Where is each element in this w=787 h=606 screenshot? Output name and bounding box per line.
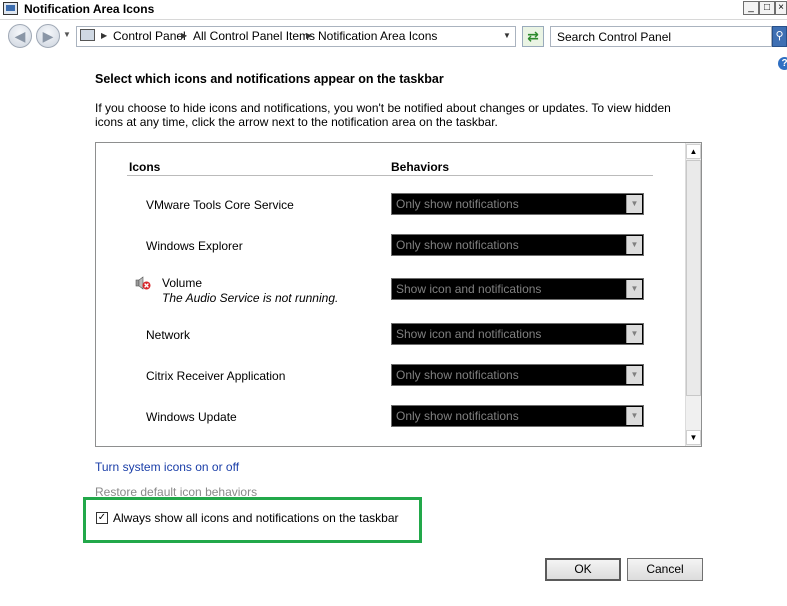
row-name-volume: Volume	[162, 276, 203, 290]
header-divider	[127, 175, 653, 176]
chevron-down-icon: ▼	[626, 325, 642, 343]
behavior-value: Show icon and notifications	[396, 327, 542, 341]
address-dropdown-icon[interactable]: ▼	[503, 31, 511, 40]
column-header-icons: Icons	[129, 160, 161, 174]
row-subtext-volume: The Audio Service is not running.	[162, 291, 339, 305]
row-name-vmware-tools: VMware Tools Core Service	[146, 198, 294, 212]
behavior-value: Only show notifications	[396, 238, 519, 252]
ok-button[interactable]: OK	[545, 558, 621, 581]
behavior-select-windows-explorer[interactable]: Only show notifications ▼	[391, 234, 644, 256]
chevron-down-icon: ▼	[626, 407, 642, 425]
behavior-select-windows-update[interactable]: Only show notifications ▼	[391, 405, 644, 427]
behavior-select-citrix-receiver[interactable]: Only show notifications ▼	[391, 364, 644, 386]
behavior-value: Show icon and notifications	[396, 282, 542, 296]
chevron-down-icon: ▼	[626, 366, 642, 384]
scrollbar-thumb[interactable]	[686, 160, 701, 396]
computer-icon	[80, 29, 95, 41]
column-header-behaviors: Behaviors	[391, 160, 450, 174]
always-show-checkbox[interactable]: ✓	[96, 512, 108, 524]
behavior-value: Only show notifications	[396, 368, 519, 382]
breadcrumb-notification-area-icons[interactable]: Notification Area Icons	[318, 29, 437, 43]
maximize-button[interactable]: □	[759, 1, 775, 15]
row-name-windows-update: Windows Update	[146, 410, 237, 424]
behavior-select-vmware-tools[interactable]: Only show notifications ▼	[391, 193, 644, 215]
breadcrumb-control-panel[interactable]: Control Panel	[113, 29, 186, 43]
refresh-icon: ⇄	[527, 28, 539, 44]
row-name-network: Network	[146, 328, 191, 342]
behavior-select-volume[interactable]: Show icon and notifications ▼	[391, 278, 644, 300]
breadcrumb-arrow-icon[interactable]: ▶	[181, 31, 187, 40]
help-icon[interactable]: ?	[778, 57, 787, 70]
search-input[interactable]: Search Control Panel	[550, 26, 772, 47]
minimize-button[interactable]: _	[743, 1, 759, 15]
behavior-value: Only show notifications	[396, 197, 519, 211]
breadcrumb-arrow-icon[interactable]: ▶	[101, 31, 107, 40]
close-button[interactable]: ×	[775, 1, 787, 15]
scroll-down-icon[interactable]: ▼	[686, 430, 701, 445]
refresh-button[interactable]: ⇄	[522, 26, 544, 47]
back-arrow-icon: ◀	[14, 28, 26, 44]
cancel-button[interactable]: Cancel	[627, 558, 703, 581]
forward-button[interactable]: ▶	[36, 24, 60, 48]
forward-arrow-icon: ▶	[42, 28, 54, 44]
window-title: Notification Area Icons	[24, 2, 155, 16]
row-name-windows-explorer: Windows Explorer	[146, 239, 243, 253]
behavior-value: Only show notifications	[396, 409, 519, 423]
page-description: If you choose to hide icons and notifica…	[95, 101, 671, 129]
turn-system-icons-link[interactable]: Turn system icons on or off	[95, 460, 239, 474]
back-button[interactable]: ◀	[8, 24, 32, 48]
chevron-down-icon: ▼	[626, 280, 642, 298]
breadcrumb-arrow-icon[interactable]: ▶	[306, 31, 312, 40]
always-show-label[interactable]: Always show all icons and notifications …	[113, 511, 399, 525]
recent-pages-dropdown[interactable]: ▼	[62, 24, 72, 48]
chevron-down-icon: ▼	[626, 195, 642, 213]
row-name-citrix-receiver: Citrix Receiver Application	[146, 369, 286, 383]
search-icon[interactable]: ⚲	[772, 26, 787, 47]
control-panel-icon	[3, 2, 18, 15]
breadcrumb-all-items[interactable]: All Control Panel Items	[193, 29, 315, 43]
chevron-down-icon: ▼	[626, 236, 642, 254]
page-title: Select which icons and notifications app…	[95, 72, 444, 86]
behavior-select-network[interactable]: Show icon and notifications ▼	[391, 323, 644, 345]
speaker-error-icon	[135, 276, 151, 290]
scroll-up-icon[interactable]: ▲	[686, 144, 701, 159]
